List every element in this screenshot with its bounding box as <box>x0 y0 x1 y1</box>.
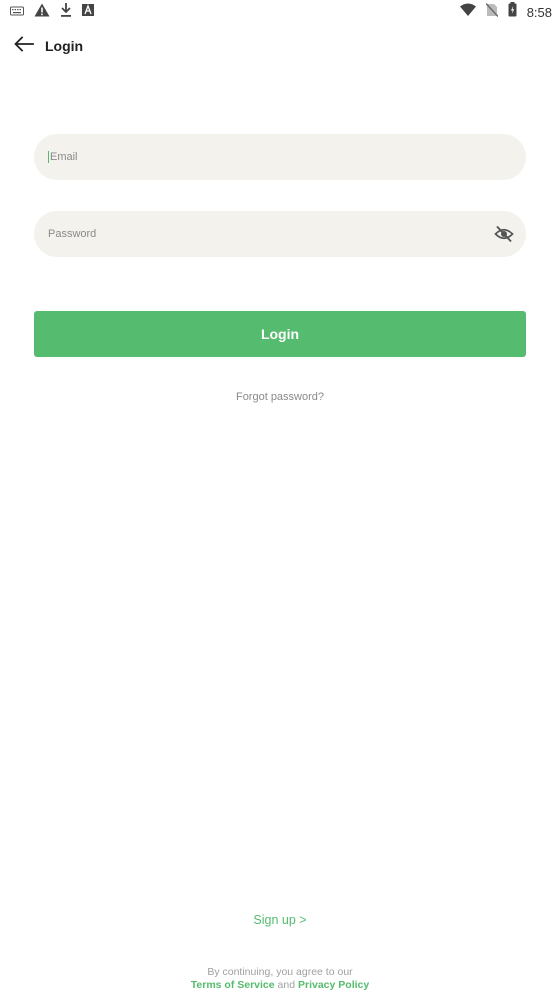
eye-off-icon[interactable] <box>494 224 514 244</box>
app-bar: Login <box>0 30 560 62</box>
login-button[interactable]: Login <box>34 311 526 357</box>
font-a-icon <box>82 3 94 21</box>
terms-of-service-link[interactable]: Terms of Service <box>191 979 275 991</box>
privacy-policy-link[interactable]: Privacy Policy <box>298 979 369 991</box>
clock: 8:58 <box>526 4 552 20</box>
email-field-container[interactable] <box>34 134 526 180</box>
password-field-container[interactable] <box>34 211 526 257</box>
status-bar: 8:58 <box>0 0 560 24</box>
sign-up-link[interactable]: Sign up > <box>0 913 560 927</box>
legal-notice: By continuing, you agree to our Terms of… <box>0 966 560 992</box>
wifi-icon <box>459 3 476 21</box>
page-title: Login <box>45 38 84 54</box>
download-icon <box>60 2 72 22</box>
status-right-icons: 8:58 <box>459 2 552 22</box>
arrow-left-icon <box>14 35 34 57</box>
password-field[interactable] <box>48 228 468 240</box>
back-button[interactable] <box>12 34 36 58</box>
text-cursor <box>48 151 49 163</box>
warning-icon <box>34 3 50 22</box>
keyboard-icon <box>10 3 24 21</box>
email-field[interactable] <box>50 151 470 163</box>
forgot-password-link[interactable]: Forgot password? <box>0 391 560 403</box>
legal-and: and <box>277 979 296 991</box>
battery-icon <box>508 2 517 22</box>
legal-links-line: Terms of Service and Privacy Policy <box>0 979 560 992</box>
status-left-icons <box>10 2 94 22</box>
no-sim-icon <box>485 2 499 22</box>
legal-prefix: By continuing, you agree to our <box>207 966 353 978</box>
